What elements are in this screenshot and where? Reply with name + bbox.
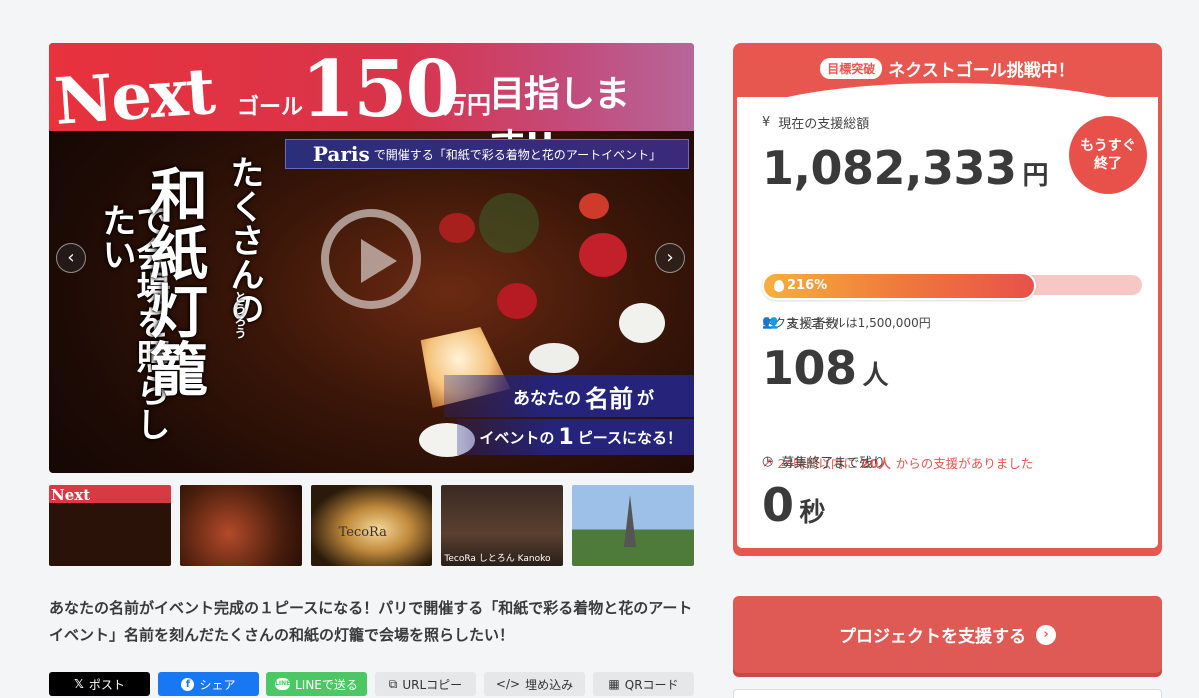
supporters-label: 👥 支援者数 — [762, 313, 838, 332]
remaining-label: ◷ 募集終了まで残り — [762, 452, 885, 471]
band2-pre: イベントの — [479, 428, 555, 447]
soon-line-2: 終了 — [1094, 156, 1122, 172]
share-line-button[interactable]: LINE LINEで送る — [266, 672, 367, 696]
hero-banner: Next ゴール 150 万円 目指します!! — [49, 43, 694, 167]
qr-label: QRコード — [624, 677, 679, 692]
total-label: ¥ 現在の支援総額 — [762, 113, 869, 132]
thumbnail-strip: Next TecoRa TecoRa しとろん Kanoko — [49, 485, 694, 566]
name-band-2: イベントの 1 ピースになる！ — [457, 419, 694, 455]
remaining-time-value: 0 — [762, 478, 794, 532]
thumbnail-3[interactable]: TecoRa — [310, 485, 433, 566]
total-amount-unit: 円 — [1022, 161, 1049, 191]
band2-post: ピースになる！ — [577, 428, 682, 447]
copy-url-button[interactable]: ⧉ URLコピー — [375, 672, 476, 696]
hero-ruby: とうろう — [233, 291, 247, 339]
thumbnail-3-label: TecoRa — [338, 525, 387, 540]
project-description: あなたの名前がイベント完成の１ピースになる！パリで開催する「和紙で彩る着物と花の… — [49, 599, 693, 644]
supporters-count-value: 108 — [762, 341, 857, 395]
clock-icon: ◷ — [762, 454, 774, 469]
share-facebook-button[interactable]: f シェア — [158, 672, 259, 696]
next-slide-button[interactable]: › — [655, 243, 685, 273]
band1-post: が — [637, 388, 654, 409]
supporters-label-text: 支援者数 — [786, 317, 839, 332]
copy-icon: ⧉ — [388, 676, 398, 691]
hero-video[interactable]: Next ゴール 150 万円 目指します!! Paris で開催する「和紙で彩… — [49, 43, 694, 473]
prev-slide-button[interactable]: ‹ — [56, 243, 86, 273]
thumbnail-1[interactable]: Next — [49, 485, 171, 566]
yen-icon: ¥ — [762, 115, 771, 130]
hero-vertical-2: 和紙灯籠 — [140, 165, 208, 397]
band2-big: 1 — [558, 424, 574, 450]
hero-amount: 150 — [301, 44, 460, 135]
trend-post: からの支援がありました — [895, 456, 1034, 471]
thumbnail-4[interactable]: TecoRa しとろん Kanoko — [441, 485, 564, 566]
thumbnail-2[interactable] — [179, 485, 302, 566]
ending-soon-badge: もうすぐ 終了 — [1069, 116, 1147, 194]
facebook-icon: f — [181, 677, 195, 691]
supporters-count-unit: 人 — [862, 361, 889, 391]
total-amount: 1,082,333 円 — [762, 141, 1049, 195]
qr-code-button[interactable]: ▦ QRコード — [593, 672, 694, 696]
paris-word: Paris — [312, 142, 370, 166]
thumbnail-5[interactable] — [572, 485, 694, 566]
funding-status-card: 目標突破 ネクストゴール挑戦中！ ¥ 現在の支援総額 1,082,333 円 2… — [733, 43, 1162, 556]
chevron-right-icon: › — [1036, 624, 1056, 645]
name-band-1: あなたの 名前 が — [444, 375, 694, 417]
thumbnail-4-label: TecoRa しとろん Kanoko — [444, 554, 551, 564]
card-title: ネクストゴール挑戦中！ — [888, 61, 1075, 81]
progress-percent: 216% — [787, 278, 828, 293]
x-icon: 𝕏 — [74, 677, 84, 691]
embed-button[interactable]: </> 埋め込み — [484, 672, 585, 696]
code-icon: </> — [495, 677, 521, 691]
total-label-text: 現在の支援総額 — [778, 117, 870, 132]
share-line-label: LINEで送る — [295, 677, 358, 692]
band1-pre: あなたの — [513, 388, 581, 409]
support-project-button[interactable]: プロジェクトを支援する › — [733, 596, 1162, 673]
progress-bar-fill: 216% — [762, 272, 1036, 300]
copy-url-label: URLコピー — [402, 677, 463, 692]
card-header: 目標突破 ネクストゴール挑戦中！ — [733, 56, 1162, 81]
flame-icon — [774, 279, 784, 292]
progress-bar: 216% — [762, 272, 1142, 300]
goal-achieved-badge: 目標突破 — [820, 58, 883, 79]
hero-goal-text: ゴール — [237, 95, 304, 120]
paris-band: Paris で開催する「和紙で彩る着物と花のアートイベント」 — [285, 139, 689, 169]
remaining-time: 0 秒 — [762, 478, 826, 532]
progress-text: 216% — [774, 278, 827, 293]
remaining-label-text: 募集終了まで残り — [781, 456, 886, 471]
play-icon[interactable] — [321, 209, 421, 309]
paris-text: で開催する「和紙で彩る着物と花のアートイベント」 — [373, 147, 662, 162]
people-icon: 👥 — [762, 315, 779, 330]
soon-line-1: もうすぐ — [1080, 138, 1136, 154]
line-icon: LINE — [275, 678, 290, 690]
supporters-count: 108 人 — [762, 341, 889, 395]
next-section-box — [733, 689, 1162, 698]
hero-unit: 万円 — [443, 91, 491, 119]
qr-icon: ▦ — [608, 677, 620, 691]
embed-label: 埋め込み — [525, 677, 574, 692]
support-project-label: プロジェクトを支援する — [839, 627, 1026, 647]
band1-big: 名前 — [585, 384, 633, 413]
total-amount-value: 1,082,333 — [762, 141, 1017, 195]
hero-next-text: Next — [52, 54, 216, 140]
share-facebook-label: シェア — [199, 677, 236, 692]
remaining-time-unit: 秒 — [799, 498, 826, 528]
share-x-button[interactable]: 𝕏 ポスト — [49, 672, 150, 696]
thumbnail-1-label: Next — [51, 486, 91, 504]
share-x-label: ポスト — [88, 677, 125, 692]
